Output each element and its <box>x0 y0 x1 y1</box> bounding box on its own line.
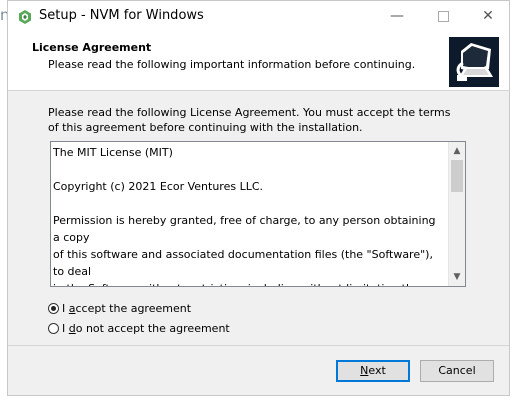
license-text-area[interactable]: The MIT License (MIT) Copyright (c) 2021 … <box>50 141 466 287</box>
minimize-button[interactable]: — <box>374 1 420 32</box>
next-button[interactable]: Next <box>336 360 410 382</box>
setup-window: Setup - NVM for Windows — ✕ License Agre… <box>7 0 510 396</box>
license-line: in the Software without restriction, inc… <box>53 280 445 286</box>
page-subtitle: Please read the following important info… <box>48 58 416 71</box>
scroll-thumb[interactable] <box>451 160 463 192</box>
accept-agreement-option[interactable]: I accept the agreement <box>48 301 191 317</box>
footer-divider <box>8 345 509 346</box>
license-line: Permission is hereby granted, free of ch… <box>53 214 436 244</box>
license-instructions: Please read the following License Agreem… <box>48 106 451 134</box>
license-line: Copyright (c) 2021 Ecor Ventures LLC. <box>53 180 264 193</box>
accept-label: I accept the agreement <box>62 302 192 315</box>
license-blank-line <box>53 195 445 212</box>
scroll-down-arrow-icon[interactable]: ▼ <box>449 269 465 285</box>
license-line: The MIT License (MIT) <box>53 146 173 159</box>
setup-app-icon <box>19 10 31 24</box>
decline-agreement-option[interactable]: I do not accept the agreement <box>48 321 230 337</box>
decline-label: I do not accept the agreement <box>62 322 230 335</box>
wizard-header-image <box>449 37 499 87</box>
license-line: of this software and associated document… <box>53 248 433 278</box>
maximize-icon <box>437 10 449 22</box>
close-button[interactable]: ✕ <box>465 1 511 32</box>
wizard-header: License Agreement Please read the follow… <box>8 32 509 91</box>
license-scrollbar[interactable]: ▲ ▼ <box>448 142 465 286</box>
maximize-button[interactable] <box>420 1 466 32</box>
title-bar[interactable]: Setup - NVM for Windows — ✕ <box>8 1 509 32</box>
scroll-up-arrow-icon[interactable]: ▲ <box>449 143 465 159</box>
decline-radio[interactable] <box>48 322 59 334</box>
window-title: Setup - NVM for Windows <box>39 8 204 23</box>
page-title: License Agreement <box>32 41 152 54</box>
cancel-button[interactable]: Cancel <box>420 360 494 382</box>
accept-radio[interactable] <box>48 302 59 314</box>
license-blank-line <box>53 161 445 178</box>
license-text: The MIT License (MIT) Copyright (c) 2021 … <box>53 144 445 286</box>
